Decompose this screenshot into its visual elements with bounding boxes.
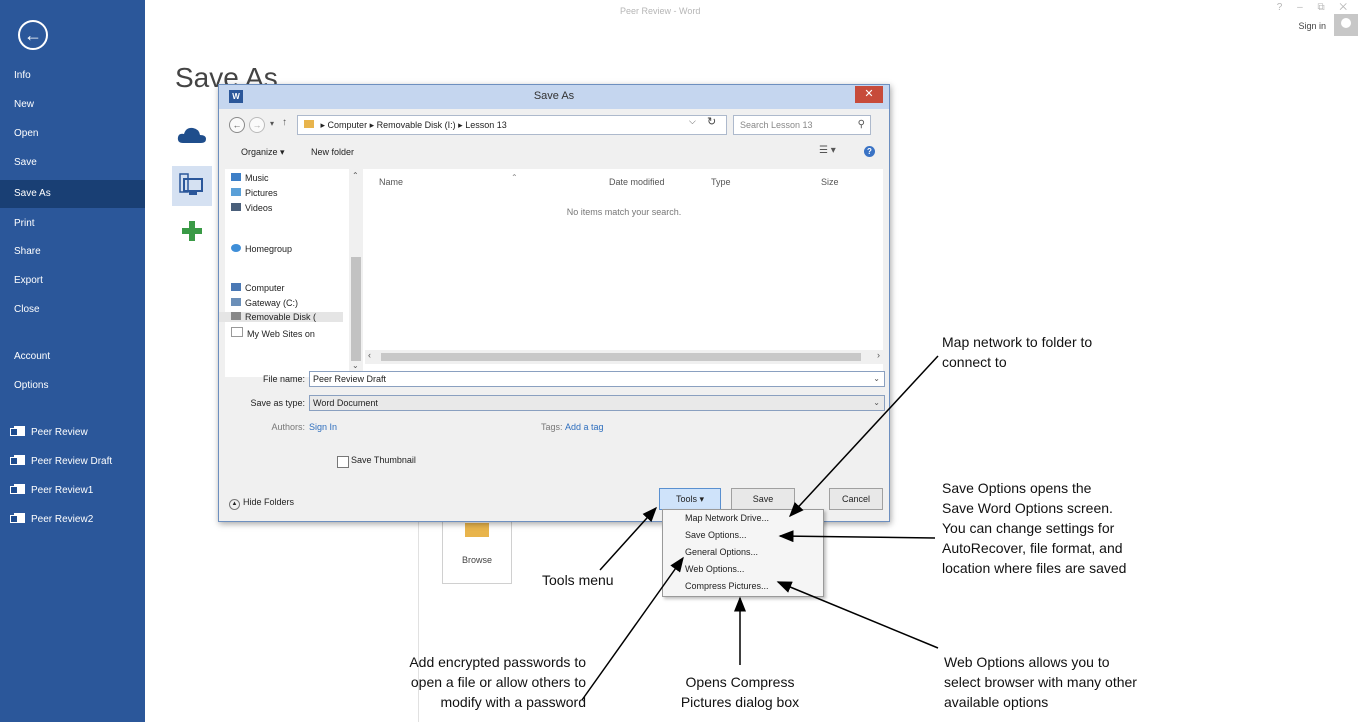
callout-line: Save Options opens the [942, 480, 1092, 496]
callout-arrows [581, 355, 939, 701]
callout-line: Add encrypted passwords to [409, 654, 586, 670]
callout-web-options: Web Options allows you to select browser… [944, 652, 1137, 712]
callout-line: available options [944, 694, 1049, 710]
callout-line: Map network to folder to [942, 334, 1093, 350]
callout-line: location where files are saved [942, 560, 1127, 576]
callout-tools-menu: Tools menu [542, 570, 614, 590]
callout-line: AutoRecover, file format, and [942, 540, 1123, 556]
callout-compress: Opens Compress Pictures dialog box [640, 672, 840, 712]
callout-line: Opens Compress [685, 674, 795, 690]
callout-line: Save Word Options screen. [942, 500, 1113, 516]
callout-line: connect to [942, 354, 1007, 370]
callout-line: You can change settings for [942, 520, 1115, 536]
callout-map-network: Map network to folder to connect to [942, 332, 1092, 372]
callout-line: Tools menu [542, 572, 614, 588]
callout-line: Web Options allows you to [944, 654, 1110, 670]
callout-general-options: Add encrypted passwords to open a file o… [320, 652, 586, 712]
callout-line: select browser with many other [944, 674, 1137, 690]
arrow-web-options [776, 581, 939, 649]
callout-line: open a file or allow others to [410, 674, 586, 690]
callout-save-options: Save Options opens the Save Word Options… [942, 478, 1126, 578]
arrow-tools [599, 506, 658, 571]
callout-line: Pictures dialog box [680, 694, 800, 710]
arrow-map-network [788, 355, 939, 518]
arrow-save-options [778, 530, 936, 543]
callout-line: modify with a password [440, 694, 586, 710]
